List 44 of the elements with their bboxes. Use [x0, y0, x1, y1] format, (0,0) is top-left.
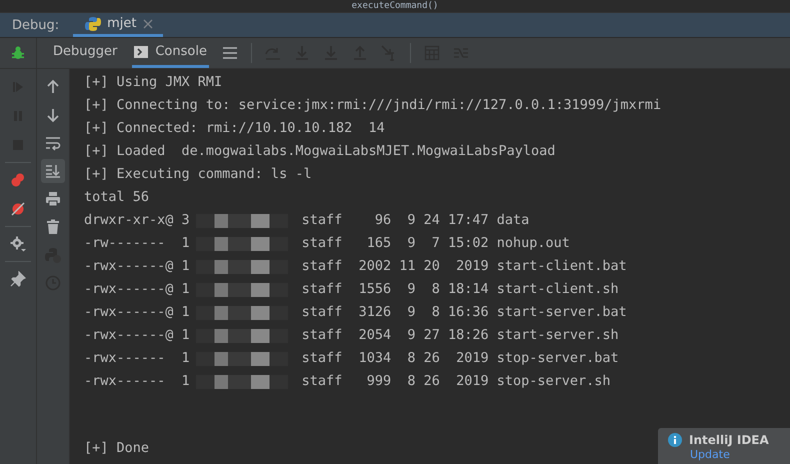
file-mode: -rwx------ 1 — [84, 349, 190, 368]
python-icon — [85, 16, 102, 32]
pin-icon[interactable] — [10, 271, 26, 287]
file-mode: drwxr-xr-x@ 3 — [84, 211, 190, 230]
file-details: staff 1556 9 8 18:14 start-client.sh — [302, 280, 619, 299]
console-line: total 56 — [84, 188, 150, 207]
console-line: [+] Loaded de.mogwailabs.MogwaiLabsMJET.MogwaiLabsPayload — [84, 142, 556, 161]
console-line: [+] Using JMX RMI — [84, 73, 224, 92]
trash-icon — [45, 219, 61, 235]
file-details: staff 2002 11 20 2019 start-client.bat — [302, 257, 627, 276]
console-line: [+] Connected: rmi://10.10.10.182 14 — [84, 119, 386, 138]
file-mode: -rwx------@ 1 — [84, 326, 190, 345]
debug-label: Debug: — [11, 18, 60, 32]
close-icon[interactable] — [142, 18, 153, 28]
file-details: staff 96 9 24 17:47 data — [302, 211, 530, 230]
bug-icon — [10, 45, 26, 61]
console-line: [+] Done — [84, 439, 150, 458]
update-link[interactable]: Update — [668, 449, 790, 461]
file-details: staff 2054 9 27 18:26 start-server.sh — [302, 326, 619, 345]
console-line: [+] Executing command: ls -l — [84, 165, 313, 184]
soft-wrap-icon — [45, 135, 61, 151]
mute-breakpoints-icon[interactable] — [10, 201, 26, 217]
file-mode: -rwx------@ 1 — [84, 303, 190, 322]
method-name: executeCommand() — [352, 1, 438, 11]
file-mode: -rwx------ 1 — [84, 372, 190, 391]
file-details: staff 3126 9 8 16:36 start-server.bat — [302, 303, 627, 322]
scroll-to-end-icon — [45, 163, 61, 179]
scroll-to-end-button[interactable] — [41, 159, 65, 183]
breakpoints-icon[interactable] — [10, 172, 26, 188]
file-mode: -rwx------@ 1 — [84, 280, 190, 299]
file-details: staff 165 9 7 15:02 nohup.out — [302, 234, 570, 253]
down-arrow-icon — [45, 107, 61, 123]
up-arrow-icon — [45, 79, 61, 95]
panel-tab[interactable]: Debugger — [51, 38, 120, 68]
print-icon — [45, 191, 61, 207]
console-line: [+] Connecting to: service:jmx:rmi:///jndi/rmi://127.0.0.1:31999/jmxrmi — [84, 96, 662, 115]
file-mode: -rw------- 1 — [84, 234, 190, 253]
notification-title: IntelliJ IDEA — [689, 433, 769, 447]
file-details: staff 999 8 26 2019 stop-server.sh — [302, 372, 611, 391]
info-icon — [668, 433, 682, 447]
file-mode: -rwx------@ 1 — [84, 257, 190, 276]
menu-icon[interactable] — [222, 45, 238, 61]
console-icon — [134, 46, 148, 58]
file-details: staff 1034 8 26 2019 stop-server.bat — [302, 349, 619, 368]
